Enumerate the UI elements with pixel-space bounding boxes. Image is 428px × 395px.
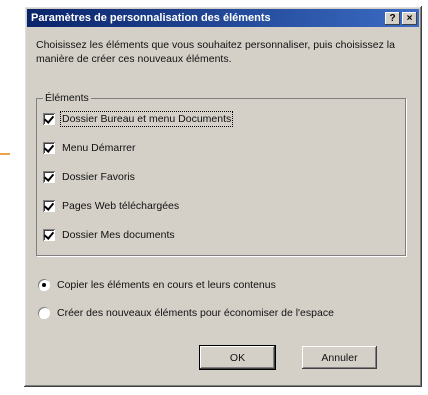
checkbox-label: Menu Démarrer [62, 142, 136, 154]
checkbox-checked-icon[interactable] [43, 142, 55, 154]
checkbox-checked-icon[interactable] [43, 200, 55, 212]
checkbox-desktop-documents[interactable]: Dossier Bureau et menu Documents [43, 111, 234, 127]
checkbox-my-documents[interactable]: Dossier Mes documents [43, 229, 175, 241]
checkbox-label: Dossier Mes documents [62, 229, 175, 241]
description-text: Choisissez les éléments que vous souhait… [36, 39, 395, 65]
checkbox-checked-icon[interactable] [43, 171, 55, 183]
checkbox-favorites[interactable]: Dossier Favoris [43, 171, 135, 183]
radio-unselected-icon[interactable] [38, 307, 50, 319]
close-button[interactable]: × [402, 11, 417, 25]
ok-button[interactable]: OK [199, 345, 276, 370]
radio-label: Copier les éléments en cours et leurs co… [57, 279, 276, 291]
radio-label: Créer des nouveaux éléments pour économi… [57, 307, 334, 319]
checkbox-label: Dossier Favoris [62, 171, 135, 183]
checkbox-downloaded-web-pages[interactable]: Pages Web téléchargées [43, 200, 179, 212]
checkbox-checked-icon[interactable] [43, 113, 55, 125]
help-button[interactable]: ? [385, 11, 400, 25]
cancel-button[interactable]: Annuler [302, 346, 377, 369]
items-groupbox: Éléments Dossier Bureau et menu Document… [36, 92, 406, 256]
items-group-label: Éléments [43, 92, 91, 104]
radio-create-new-items[interactable]: Créer des nouveaux éléments pour économi… [38, 307, 334, 319]
checkbox-label: Pages Web téléchargées [62, 200, 180, 212]
checkbox-checked-icon[interactable] [43, 229, 55, 241]
radio-selected-icon[interactable] [38, 279, 50, 291]
checkbox-start-menu[interactable]: Menu Démarrer [43, 142, 136, 154]
checkbox-label: Dossier Bureau et menu Documents [59, 111, 234, 127]
radio-copy-items[interactable]: Copier les éléments en cours et leurs co… [38, 279, 276, 291]
customization-settings-dialog: Paramètres de personnalisation des éléme… [24, 6, 422, 387]
orange-accent-line [0, 153, 10, 155]
dialog-title: Paramètres de personnalisation des éléme… [31, 12, 271, 24]
title-bar: Paramètres de personnalisation des éléme… [27, 9, 419, 27]
